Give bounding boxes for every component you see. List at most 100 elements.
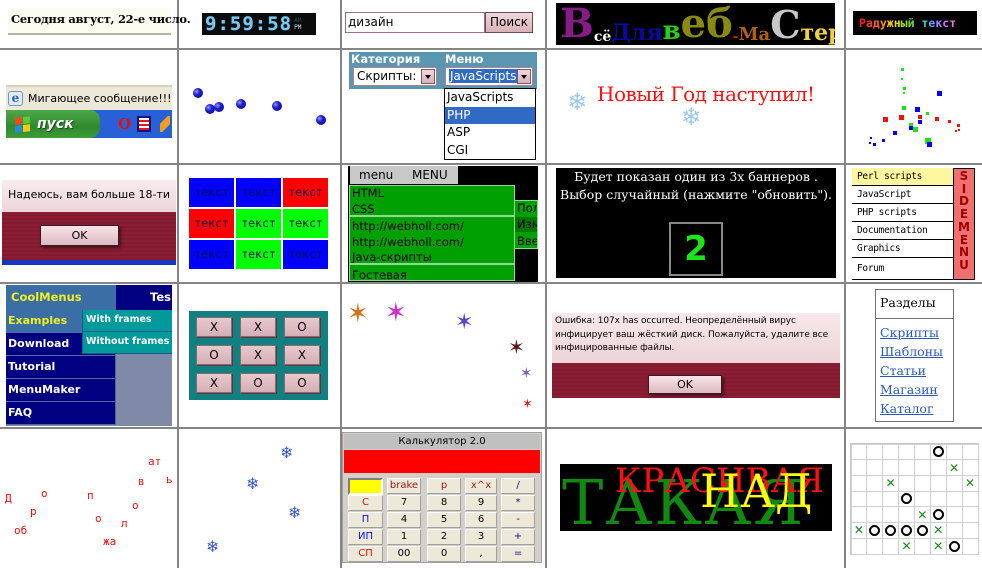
side-menu-item[interactable]: JavaScript xyxy=(852,186,953,204)
gomoku-cell[interactable] xyxy=(914,459,931,476)
tab-menu-upper[interactable]: MENU xyxy=(412,166,448,184)
tic-tac-toe-cell[interactable]: O xyxy=(284,373,320,393)
calculator-button[interactable]: 00 xyxy=(387,546,421,562)
gomoku-cell-o[interactable] xyxy=(914,522,931,539)
calculator-button[interactable]: 0 xyxy=(427,546,461,562)
gomoku-cell-o[interactable] xyxy=(929,506,947,524)
gomoku-cell[interactable] xyxy=(961,443,979,461)
gomoku-cell-o[interactable] xyxy=(898,490,915,508)
gomoku-cell[interactable] xyxy=(882,443,900,461)
gomoku-cell[interactable] xyxy=(866,537,884,555)
calculator-button[interactable]: 7 xyxy=(387,495,421,511)
error-dialog-ok-button[interactable]: OK xyxy=(648,375,722,394)
dropdown-option[interactable]: PHP xyxy=(445,106,535,124)
sections-link[interactable]: Магазин xyxy=(876,380,953,399)
calculator-button[interactable]: 1 xyxy=(387,529,421,545)
category-select[interactable]: Скрипты: xyxy=(353,67,437,86)
calculator-button[interactable]: СП xyxy=(348,546,383,562)
dropdown-option[interactable]: CGI xyxy=(445,142,535,160)
calculator-button[interactable]: 2 xyxy=(427,529,461,545)
tic-tac-toe-cell[interactable]: X xyxy=(240,317,276,337)
coolmenus-subitem[interactable]: Without frames xyxy=(82,332,172,354)
tic-tac-toe-cell[interactable]: O xyxy=(284,317,320,337)
gomoku-cell-o[interactable] xyxy=(929,443,947,461)
calculator-button[interactable]: , xyxy=(465,546,497,562)
gomoku-cell[interactable] xyxy=(945,522,963,539)
gomoku-cell[interactable] xyxy=(961,522,979,539)
calculator-button[interactable]: - xyxy=(501,512,535,528)
gomoku-cell[interactable] xyxy=(961,537,979,555)
coolmenus-item[interactable]: FAQ xyxy=(6,402,116,425)
tic-tac-toe-cell[interactable]: X xyxy=(240,345,276,365)
tic-tac-toe-cell[interactable]: X xyxy=(196,373,232,393)
calculator-button[interactable]: + xyxy=(501,529,535,545)
dropdown-option[interactable]: ASP xyxy=(445,124,535,142)
side-menu-item[interactable]: Forum xyxy=(852,258,953,280)
gomoku-cell[interactable] xyxy=(866,474,884,492)
tab-menu[interactable]: menu xyxy=(359,166,393,184)
gomoku-cell[interactable] xyxy=(866,506,884,524)
gomoku-cell[interactable] xyxy=(850,474,868,492)
save-disk-icon[interactable] xyxy=(137,116,151,132)
green-menu-item[interactable]: Гостевая xyxy=(350,268,514,284)
calculator-button[interactable]: ИП xyxy=(348,529,383,545)
calculator-button[interactable]: * xyxy=(501,495,535,511)
gomoku-cell[interactable] xyxy=(898,506,915,524)
coolmenus-subitem[interactable]: With frames xyxy=(82,310,172,332)
side-menu-item[interactable]: Perl scripts xyxy=(852,168,953,186)
green-submenu-item[interactable]: Изм xyxy=(515,216,537,232)
gomoku-cell[interactable] xyxy=(914,474,931,492)
search-input[interactable]: дизайн xyxy=(345,12,485,33)
tic-tac-toe-cell[interactable]: X xyxy=(196,317,232,337)
tic-tac-toe-cell[interactable]: O xyxy=(196,345,232,365)
coolmenus-item[interactable]: MenuMaker xyxy=(6,379,116,402)
menu-select[interactable]: JavaScripts xyxy=(445,67,533,86)
calculator-button[interactable]: x^x xyxy=(465,478,497,494)
tic-tac-toe-cell[interactable]: X xyxy=(284,345,320,365)
gomoku-cell-x[interactable]: ✕ xyxy=(898,537,915,555)
gomoku-cell-x[interactable]: ✕ xyxy=(945,459,963,476)
gomoku-cell[interactable] xyxy=(929,490,947,508)
gomoku-cell[interactable] xyxy=(945,443,963,461)
gomoku-cell[interactable] xyxy=(945,490,963,508)
start-button[interactable]: пуск xyxy=(6,110,100,138)
gomoku-cell[interactable] xyxy=(850,443,868,461)
calculator-button[interactable]: 5 xyxy=(427,512,461,528)
calculator-button[interactable]: 8 xyxy=(427,495,461,511)
age-dialog-ok-button[interactable]: OK xyxy=(40,225,119,246)
gomoku-cell-o[interactable] xyxy=(882,522,900,539)
calculator-button[interactable]: 6 xyxy=(465,512,497,528)
gomoku-cell[interactable] xyxy=(914,490,931,508)
calculator-button[interactable]: 4 xyxy=(387,512,421,528)
gomoku-cell[interactable] xyxy=(882,537,900,555)
sections-link[interactable]: Статьи xyxy=(876,361,953,380)
gomoku-cell[interactable] xyxy=(929,474,947,492)
coolmenus-item[interactable]: Tutorial xyxy=(6,356,116,379)
gomoku-cell[interactable] xyxy=(961,459,979,476)
side-menu-item[interactable]: Graphics xyxy=(852,240,953,258)
gomoku-cell[interactable] xyxy=(882,506,900,524)
gomoku-cell-o[interactable] xyxy=(898,522,915,539)
gomoku-cell[interactable] xyxy=(961,506,979,524)
search-button[interactable]: Поиск xyxy=(485,12,533,33)
chevron-down-icon[interactable] xyxy=(421,69,435,84)
gomoku-cell[interactable] xyxy=(866,490,884,508)
opera-icon[interactable]: O xyxy=(118,116,132,132)
gomoku-cell[interactable] xyxy=(882,490,900,508)
coolmenus-title[interactable]: CoolMenus xyxy=(6,285,116,310)
gomoku-cell[interactable] xyxy=(898,459,915,476)
green-menu-item[interactable]: http://webholl.com/ xyxy=(350,235,514,251)
side-menu-item[interactable]: PHP scripts xyxy=(852,204,953,222)
calculator-button[interactable]: / xyxy=(501,478,535,494)
calculator-button[interactable]: С xyxy=(348,495,383,511)
gomoku-cell[interactable] xyxy=(866,443,884,461)
sections-link[interactable]: Шаблоны xyxy=(876,342,953,361)
gomoku-cell[interactable] xyxy=(850,506,868,524)
calculator-button[interactable]: П xyxy=(348,512,383,528)
gomoku-cell[interactable] xyxy=(898,474,915,492)
gomoku-cell[interactable] xyxy=(898,443,915,461)
gomoku-cell-o[interactable] xyxy=(945,537,963,555)
pencil-icon[interactable] xyxy=(160,116,170,132)
gomoku-cell[interactable] xyxy=(945,506,963,524)
gomoku-cell[interactable] xyxy=(850,459,868,476)
